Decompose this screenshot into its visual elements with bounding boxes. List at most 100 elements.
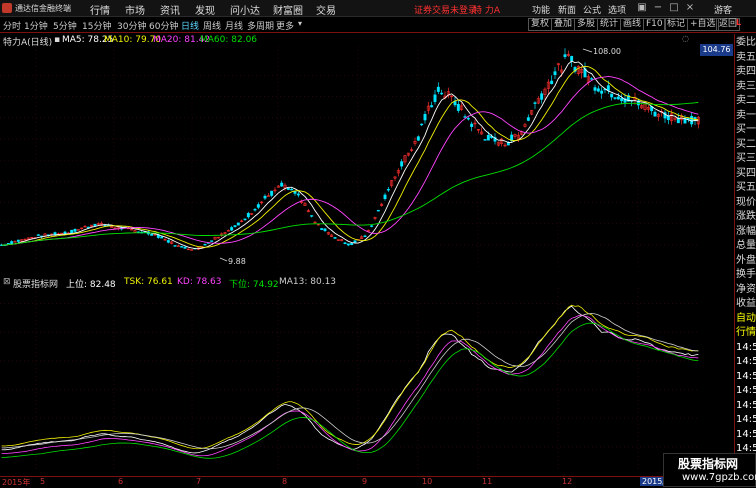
period-intraday[interactable]: 分时 bbox=[3, 19, 21, 32]
menu-formula[interactable]: 公式 bbox=[583, 3, 601, 16]
candle-body bbox=[540, 93, 544, 100]
candle-body bbox=[6, 243, 10, 245]
side-panel-item: 买一 bbox=[736, 124, 756, 135]
candle-body bbox=[310, 215, 314, 217]
period-60min[interactable]: 60分钟 bbox=[149, 19, 178, 32]
period-daily[interactable]: 日线 bbox=[181, 19, 199, 32]
menu-new-page[interactable]: 新面 bbox=[558, 3, 576, 16]
menu-news[interactable]: 资讯 bbox=[160, 2, 180, 17]
ma60-line bbox=[1, 101, 699, 246]
candle-body bbox=[653, 111, 657, 117]
candle-body bbox=[613, 97, 617, 99]
candle-body bbox=[93, 223, 97, 226]
x-label-aug: 8 bbox=[282, 477, 288, 486]
candle-body bbox=[323, 228, 327, 231]
period-weekly[interactable]: 周线 bbox=[203, 19, 221, 32]
candle-body bbox=[593, 87, 597, 91]
period-more[interactable]: 更多 bbox=[276, 19, 294, 32]
candle-body bbox=[610, 93, 614, 98]
candle-body bbox=[553, 71, 557, 76]
tool-multi-stock[interactable]: 多股 bbox=[574, 18, 599, 31]
menu-discover[interactable]: 发现 bbox=[195, 2, 215, 17]
candle-body bbox=[463, 116, 467, 118]
candle-body bbox=[183, 246, 187, 249]
candle-body bbox=[333, 237, 337, 239]
upper-line bbox=[1, 305, 699, 454]
indicator-tsk: TSK: 76.61 bbox=[124, 277, 173, 287]
menu-options[interactable]: 选项 bbox=[608, 3, 626, 16]
candle-body bbox=[313, 221, 317, 224]
side-panel-item: 买四 bbox=[736, 167, 756, 179]
menu-trade[interactable]: 交易 bbox=[316, 2, 336, 17]
indicator-ma13: MA13: 80.13 bbox=[279, 277, 337, 287]
period-multi[interactable]: 多周期 bbox=[247, 19, 274, 32]
maximize-icon[interactable]: □ bbox=[668, 2, 680, 14]
candle-body bbox=[290, 188, 294, 191]
menubar: 通达信金融终端 行情 市场 资讯 发现 问小达 财富圈 交易 证券交易未登录 特… bbox=[0, 0, 756, 17]
panel-toggle-icon[interactable]: L bbox=[736, 18, 741, 27]
candlestick-chart[interactable]: 108.00 9.88 100.090.080.070.060.050.040.… bbox=[0, 46, 700, 270]
period-toolbar: 分时 1分钟 5分钟 15分钟 30分钟 60分钟 日线 周线 月线 多周期 更… bbox=[0, 17, 756, 33]
tool-f10[interactable]: F10 bbox=[643, 18, 666, 31]
side-panel-item: 卖五 bbox=[736, 51, 756, 63]
login-status[interactable]: 证券交易未登录 bbox=[414, 3, 477, 16]
period-30min[interactable]: 30分钟 bbox=[117, 19, 146, 32]
settings-icon[interactable]: ◌ bbox=[682, 34, 689, 43]
current-price-tag: 104.76 bbox=[700, 44, 733, 56]
tool-mark[interactable]: 标记 bbox=[664, 18, 689, 31]
candle-body bbox=[36, 234, 40, 236]
account-label[interactable]: 游客 bbox=[714, 3, 732, 16]
menu-ask[interactable]: 问小达 bbox=[230, 2, 260, 17]
candle-body bbox=[563, 54, 567, 58]
menu-quotes[interactable]: 行情 bbox=[90, 2, 110, 17]
indicator-lines bbox=[1, 304, 699, 459]
menu-function[interactable]: 功能 bbox=[532, 3, 550, 16]
dropdown-icon[interactable]: ▪ bbox=[54, 35, 60, 45]
candle-body bbox=[230, 227, 234, 231]
high-label: 108.00 bbox=[593, 47, 621, 56]
candle-body bbox=[526, 117, 530, 121]
candle-body bbox=[346, 243, 350, 246]
side-panel-item: 买二 bbox=[736, 138, 756, 150]
menu-market[interactable]: 市场 bbox=[125, 2, 145, 17]
minimize-icon[interactable]: − bbox=[652, 2, 664, 14]
candle-body bbox=[416, 136, 420, 141]
close-icon[interactable]: × bbox=[684, 2, 696, 14]
skin-icon[interactable]: ▣ bbox=[636, 2, 648, 14]
tool-draw[interactable]: 画线 bbox=[620, 18, 645, 31]
candle-body bbox=[453, 101, 457, 106]
x-label-may: 5 bbox=[40, 477, 46, 486]
more-arrow-icon[interactable]: ▾ bbox=[298, 19, 302, 28]
side-panel-item: 净资 bbox=[736, 283, 756, 295]
candle-body bbox=[256, 204, 260, 208]
side-panel-item: 14:50 bbox=[736, 414, 756, 425]
stock-name: 特 力A bbox=[473, 6, 501, 16]
side-panel-item: 14:50 bbox=[736, 399, 756, 411]
tool-statistics[interactable]: 统计 bbox=[597, 18, 622, 31]
candle-body bbox=[246, 213, 250, 218]
candle-body bbox=[386, 189, 390, 191]
candle-body bbox=[343, 242, 347, 245]
x-label-year: 2015年 bbox=[2, 478, 31, 487]
candle-body bbox=[263, 195, 267, 199]
period-monthly[interactable]: 月线 bbox=[225, 19, 243, 32]
indicator-chart[interactable]: 105.090.0075.0060.0045.0030.00 bbox=[0, 288, 700, 472]
period-15min[interactable]: 15分钟 bbox=[82, 19, 111, 32]
menu-wealth[interactable]: 财富圈 bbox=[273, 2, 303, 17]
candle-body bbox=[253, 208, 257, 211]
period-1min[interactable]: 1分钟 bbox=[24, 19, 48, 32]
period-5min[interactable]: 5分钟 bbox=[53, 19, 77, 32]
tool-adjust[interactable]: 复权 bbox=[528, 18, 553, 31]
tool-overlay[interactable]: 叠加 bbox=[551, 18, 576, 31]
candle-body bbox=[690, 115, 694, 125]
candle-body bbox=[236, 222, 240, 226]
x-label-nov: 11 bbox=[482, 477, 493, 486]
side-panel-item: 换手 bbox=[736, 269, 756, 280]
candle-body bbox=[160, 236, 164, 239]
candle-body bbox=[166, 240, 170, 243]
candle-body bbox=[466, 118, 470, 120]
indicator-icon: ⊠ bbox=[3, 277, 11, 287]
candle-body bbox=[16, 239, 20, 242]
tool-add-favorite[interactable]: +自选 bbox=[687, 18, 719, 31]
side-panel-item: 委比 bbox=[736, 37, 756, 48]
